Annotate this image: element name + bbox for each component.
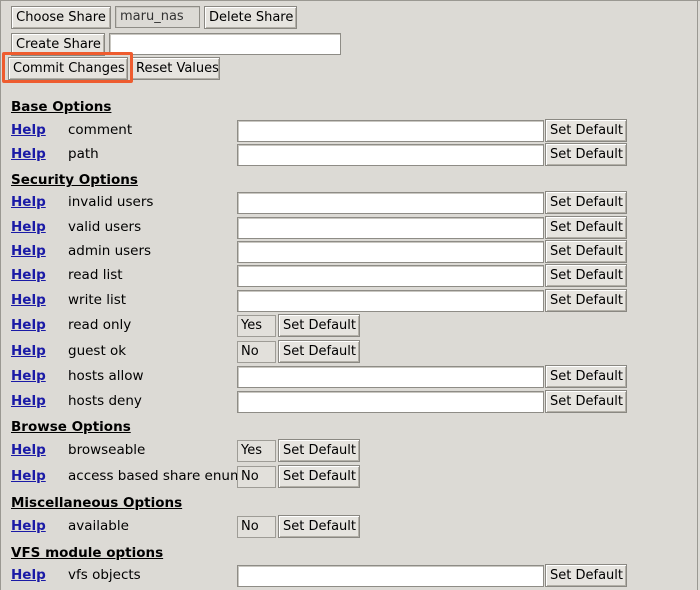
set-default-button-path[interactable]: Set Default: [545, 143, 627, 166]
hosts-allow-input[interactable]: [237, 366, 544, 388]
valid-users-input[interactable]: [237, 217, 544, 239]
invalid-users-input[interactable]: [237, 192, 544, 214]
help-link-access-based-share-enum[interactable]: Help: [11, 468, 46, 484]
param-label-hosts-allow: hosts allow: [68, 368, 144, 384]
set-default-button-admin-users[interactable]: Set Default: [545, 240, 627, 263]
frame-border-top: [0, 0, 700, 1]
set-default-button-comment[interactable]: Set Default: [545, 119, 627, 142]
param-label-hosts-deny: hosts deny: [68, 393, 142, 409]
help-link-valid-users[interactable]: Help: [11, 219, 46, 235]
misc-options-heading: Miscellaneous Options: [11, 495, 183, 511]
browseable-select[interactable]: Yes: [237, 440, 276, 462]
param-label-write-list: write list: [68, 292, 127, 308]
share-name-field: maru_nas: [115, 6, 200, 28]
set-default-button-browseable[interactable]: Set Default: [278, 439, 360, 462]
param-label-invalid-users: invalid users: [68, 194, 154, 210]
base-options-heading: Base Options: [11, 99, 112, 115]
browse-options-heading: Browse Options: [11, 419, 131, 435]
param-label-read-list: read list: [68, 267, 123, 283]
set-default-button-vfs-objects[interactable]: Set Default: [545, 564, 627, 587]
path-input[interactable]: [237, 144, 544, 166]
param-label-admin-users: admin users: [68, 243, 152, 259]
security-options-heading: Security Options: [11, 172, 138, 188]
set-default-button-guest-ok[interactable]: Set Default: [278, 340, 360, 363]
guest-ok-select[interactable]: No: [237, 341, 276, 363]
help-link-available[interactable]: Help: [11, 518, 46, 534]
param-label-vfs-objects: vfs objects: [68, 567, 141, 583]
param-label-read-only: read only: [68, 317, 132, 333]
create-share-input[interactable]: [109, 33, 341, 55]
help-link-write-list[interactable]: Help: [11, 292, 46, 308]
param-label-comment: comment: [68, 122, 133, 138]
set-default-button-read-only[interactable]: Set Default: [278, 314, 360, 337]
available-select[interactable]: No: [237, 516, 276, 538]
help-link-vfs-objects[interactable]: Help: [11, 567, 46, 583]
help-link-admin-users[interactable]: Help: [11, 243, 46, 259]
set-default-button-valid-users[interactable]: Set Default: [545, 216, 627, 239]
param-label-guest-ok: guest ok: [68, 343, 127, 359]
delete-share-button[interactable]: Delete Share: [204, 6, 297, 29]
set-default-button-read-list[interactable]: Set Default: [545, 264, 627, 287]
set-default-button-access-based-share-enum[interactable]: Set Default: [278, 465, 360, 488]
access-based-share-enum-select[interactable]: No: [237, 466, 276, 488]
set-default-button-hosts-deny[interactable]: Set Default: [545, 390, 627, 413]
set-default-button-available[interactable]: Set Default: [278, 515, 360, 538]
read-list-input[interactable]: [237, 265, 544, 287]
help-link-browseable[interactable]: Help: [11, 442, 46, 458]
reset-values-button[interactable]: Reset Values: [131, 57, 220, 80]
help-link-invalid-users[interactable]: Help: [11, 194, 46, 210]
vfs-options-heading: VFS module options: [11, 545, 164, 561]
set-default-button-hosts-allow[interactable]: Set Default: [545, 365, 627, 388]
choose-share-button[interactable]: Choose Share: [11, 6, 111, 29]
write-list-input[interactable]: [237, 290, 544, 312]
help-link-hosts-deny[interactable]: Help: [11, 393, 46, 409]
comment-input[interactable]: [237, 120, 544, 142]
help-link-hosts-allow[interactable]: Help: [11, 368, 46, 384]
help-link-guest-ok[interactable]: Help: [11, 343, 46, 359]
admin-users-input[interactable]: [237, 241, 544, 263]
param-label-available: available: [68, 518, 129, 534]
hosts-deny-input[interactable]: [237, 391, 544, 413]
frame-border-left: [0, 0, 1, 590]
commit-highlight-box: [2, 52, 133, 83]
param-label-browseable: browseable: [68, 442, 146, 458]
read-only-select[interactable]: Yes: [237, 315, 276, 337]
help-link-read-list[interactable]: Help: [11, 267, 46, 283]
vfs-objects-input[interactable]: [237, 565, 544, 587]
set-default-button-invalid-users[interactable]: Set Default: [545, 191, 627, 214]
param-label-path: path: [68, 146, 99, 162]
help-link-read-only[interactable]: Help: [11, 317, 46, 333]
help-link-comment[interactable]: Help: [11, 122, 46, 138]
frame-border-right: [697, 0, 698, 590]
param-label-access-based-share-enum: access based share enum: [68, 468, 244, 484]
param-label-valid-users: valid users: [68, 219, 142, 235]
help-link-path[interactable]: Help: [11, 146, 46, 162]
set-default-button-write-list[interactable]: Set Default: [545, 289, 627, 312]
